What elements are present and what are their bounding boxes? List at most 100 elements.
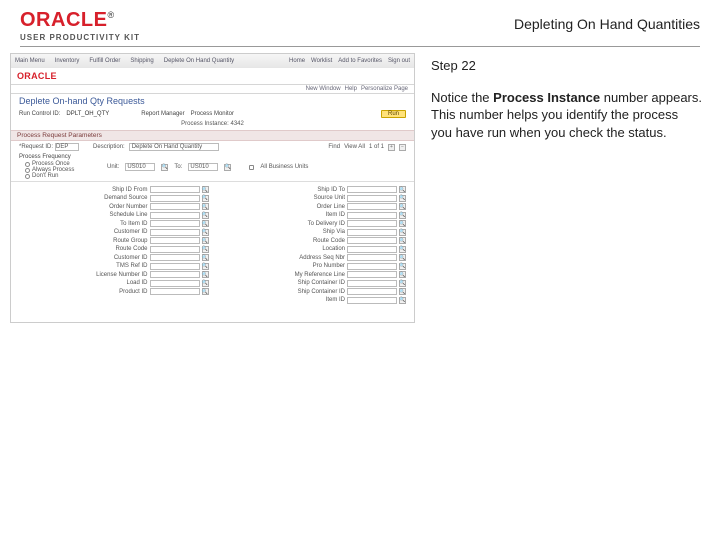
field-input[interactable] (347, 220, 397, 227)
field-input[interactable] (150, 186, 200, 193)
field-input[interactable] (347, 203, 397, 210)
lookup-icon[interactable]: 🔍 (202, 212, 209, 219)
field-label: Route Code (283, 238, 345, 244)
request-id-input[interactable]: DEP (55, 143, 79, 151)
lookup-icon[interactable]: 🔍 (399, 246, 406, 253)
instruction-prefix: Notice the (431, 90, 493, 105)
field-input[interactable] (150, 229, 200, 236)
field-input[interactable] (150, 237, 200, 244)
field-input[interactable] (347, 186, 397, 193)
field-input[interactable] (150, 220, 200, 227)
field-input[interactable] (347, 271, 397, 278)
delete-row-icon[interactable]: − (399, 144, 406, 151)
lookup-icon[interactable]: 🔍 (202, 237, 209, 244)
personalize-page-link[interactable]: Personalize Page (361, 86, 408, 92)
field-input[interactable] (347, 288, 397, 295)
field-label: Order Line (283, 204, 345, 210)
lookup-icon[interactable]: 🔍 (399, 280, 406, 287)
lookup-icon[interactable]: 🔍 (399, 237, 406, 244)
run-control-label: Run Control ID: (19, 111, 60, 117)
field-input[interactable] (347, 297, 397, 304)
nav-add-favorites-link[interactable]: Add to Favorites (338, 58, 382, 64)
nav-shipping[interactable]: Shipping (130, 58, 153, 64)
nav-main-menu[interactable]: Main Menu (15, 58, 45, 64)
lookup-icon[interactable]: 🔍 (202, 288, 209, 295)
field-input[interactable] (150, 280, 200, 287)
checkbox-icon[interactable] (249, 165, 254, 170)
freq-dont-run-option[interactable]: Don't Run (19, 173, 93, 179)
field-label: Load ID (86, 280, 148, 286)
form-field: Schedule Line🔍 (19, 212, 209, 219)
lookup-icon[interactable]: 🔍 (399, 212, 406, 219)
nav-worklist-link[interactable]: Worklist (311, 58, 332, 64)
form-field: Item ID🔍 (217, 212, 407, 219)
lookup-icon[interactable]: 🔍 (202, 186, 209, 193)
lookup-icon[interactable]: 🔍 (202, 280, 209, 287)
lookup-icon[interactable]: 🔍 (399, 297, 406, 304)
new-window-link[interactable]: New Window (306, 86, 341, 92)
lookup-icon[interactable]: 🔍 (202, 263, 209, 270)
lookup-icon[interactable]: 🔍 (202, 271, 209, 278)
field-input[interactable] (347, 195, 397, 202)
nav-fulfill-order[interactable]: Fulfill Order (89, 58, 120, 64)
form-field: To Delivery ID🔍 (217, 220, 407, 227)
field-input[interactable] (347, 246, 397, 253)
lookup-icon[interactable]: 🔍 (202, 229, 209, 236)
field-input[interactable] (150, 263, 200, 270)
form-field: Load ID 🔍 (19, 280, 209, 287)
lookup-icon[interactable]: 🔍 (202, 195, 209, 202)
nav-home-link[interactable]: Home (289, 58, 305, 64)
lookup-icon[interactable]: 🔍 (399, 186, 406, 193)
lookup-icon[interactable]: 🔍 (399, 254, 406, 261)
lookup-icon[interactable]: 🔍 (399, 220, 406, 227)
field-input[interactable] (347, 229, 397, 236)
process-instance-row: Process Instance: 4342 (11, 120, 414, 128)
process-instance-label: Process Instance: (181, 121, 229, 127)
instruction-bold: Process Instance (493, 90, 600, 105)
run-button[interactable]: Run (381, 110, 406, 118)
field-input[interactable] (150, 212, 200, 219)
add-row-icon[interactable]: + (388, 144, 395, 151)
lookup-icon[interactable]: 🔍 (161, 164, 168, 171)
field-input[interactable] (150, 254, 200, 261)
lookup-icon[interactable]: 🔍 (399, 229, 406, 236)
lookup-icon[interactable]: 🔍 (224, 164, 231, 171)
unit-input[interactable]: US010 (125, 163, 155, 171)
nav-inventory[interactable]: Inventory (55, 58, 80, 64)
lookup-icon[interactable]: 🔍 (202, 203, 209, 210)
lookup-icon[interactable]: 🔍 (399, 195, 406, 202)
nav-sign-out-link[interactable]: Sign out (388, 58, 410, 64)
lookup-icon[interactable]: 🔍 (202, 246, 209, 253)
form-field: License Number ID🔍 (19, 271, 209, 278)
app-brand-logo: ORACLE (17, 71, 57, 81)
field-input[interactable] (150, 203, 200, 210)
description-input[interactable]: Deplete On Hand Quantity (129, 143, 219, 151)
field-input[interactable] (347, 263, 397, 270)
instruction-panel: Step 22 Notice the Process Instance numb… (427, 53, 710, 323)
help-link[interactable]: Help (345, 86, 357, 92)
report-manager-link[interactable]: Report Manager (141, 111, 184, 117)
lookup-icon[interactable]: 🔍 (202, 254, 209, 261)
unit-to-input[interactable]: US010 (188, 163, 218, 171)
field-input[interactable] (150, 271, 200, 278)
nav-deplete-onhand[interactable]: Deplete On Hand Quantity (164, 58, 234, 64)
field-input[interactable] (150, 195, 200, 202)
lookup-icon[interactable]: 🔍 (399, 288, 406, 295)
find-link[interactable]: Find (328, 144, 340, 150)
field-input[interactable] (150, 246, 200, 253)
run-control-row: Run Control ID: DPLT_OH_QTY Report Manag… (11, 108, 414, 120)
field-input[interactable] (347, 237, 397, 244)
field-label: Route Code (86, 246, 148, 252)
lookup-icon[interactable]: 🔍 (202, 220, 209, 227)
field-input[interactable] (347, 212, 397, 219)
lookup-icon[interactable]: 🔍 (399, 271, 406, 278)
lookup-icon[interactable]: 🔍 (399, 263, 406, 270)
radio-icon (25, 174, 30, 179)
view-all-link[interactable]: View All (344, 144, 365, 150)
field-input[interactable] (347, 254, 397, 261)
field-input[interactable] (150, 288, 200, 295)
process-monitor-link[interactable]: Process Monitor (191, 111, 234, 117)
lookup-icon[interactable]: 🔍 (399, 203, 406, 210)
form-field: Item ID🔍 (217, 297, 407, 304)
field-input[interactable] (347, 280, 397, 287)
